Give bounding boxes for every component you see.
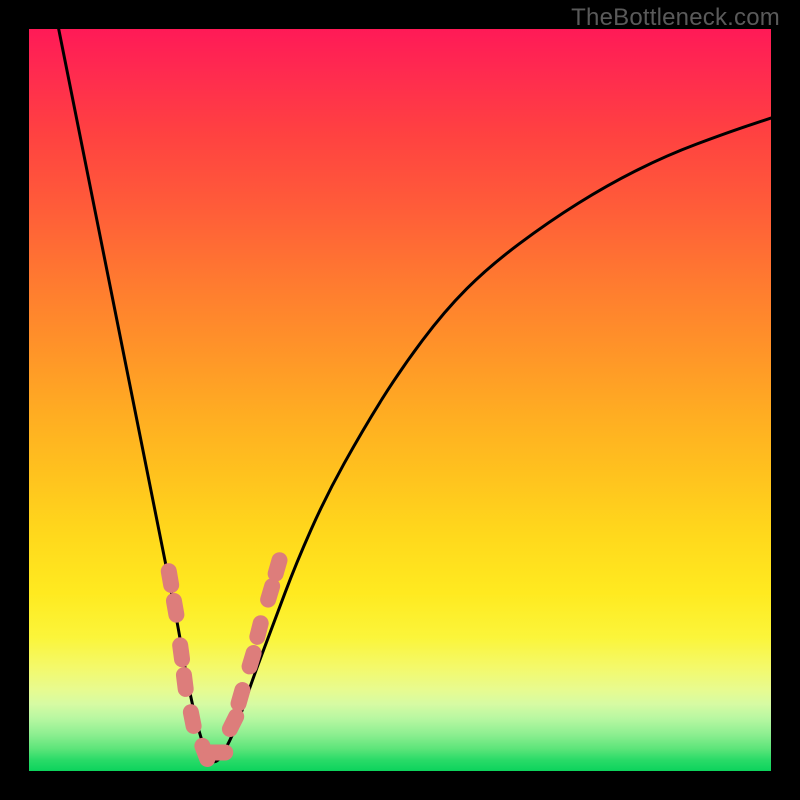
curve-marker [258, 576, 282, 609]
marker-layer [160, 550, 290, 769]
curve-marker [175, 666, 195, 698]
curve-marker [229, 680, 253, 713]
curve-marker [203, 744, 233, 760]
curve-layer [59, 29, 771, 762]
curve-marker [165, 592, 186, 624]
chart-svg [29, 29, 771, 771]
curve-marker [160, 562, 181, 594]
curve-marker [181, 703, 203, 736]
watermark-text: TheBottleneck.com [571, 4, 780, 32]
bottleneck-curve [59, 29, 771, 762]
curve-marker [266, 550, 290, 583]
chart-area [29, 29, 771, 771]
curve-marker [171, 636, 191, 668]
